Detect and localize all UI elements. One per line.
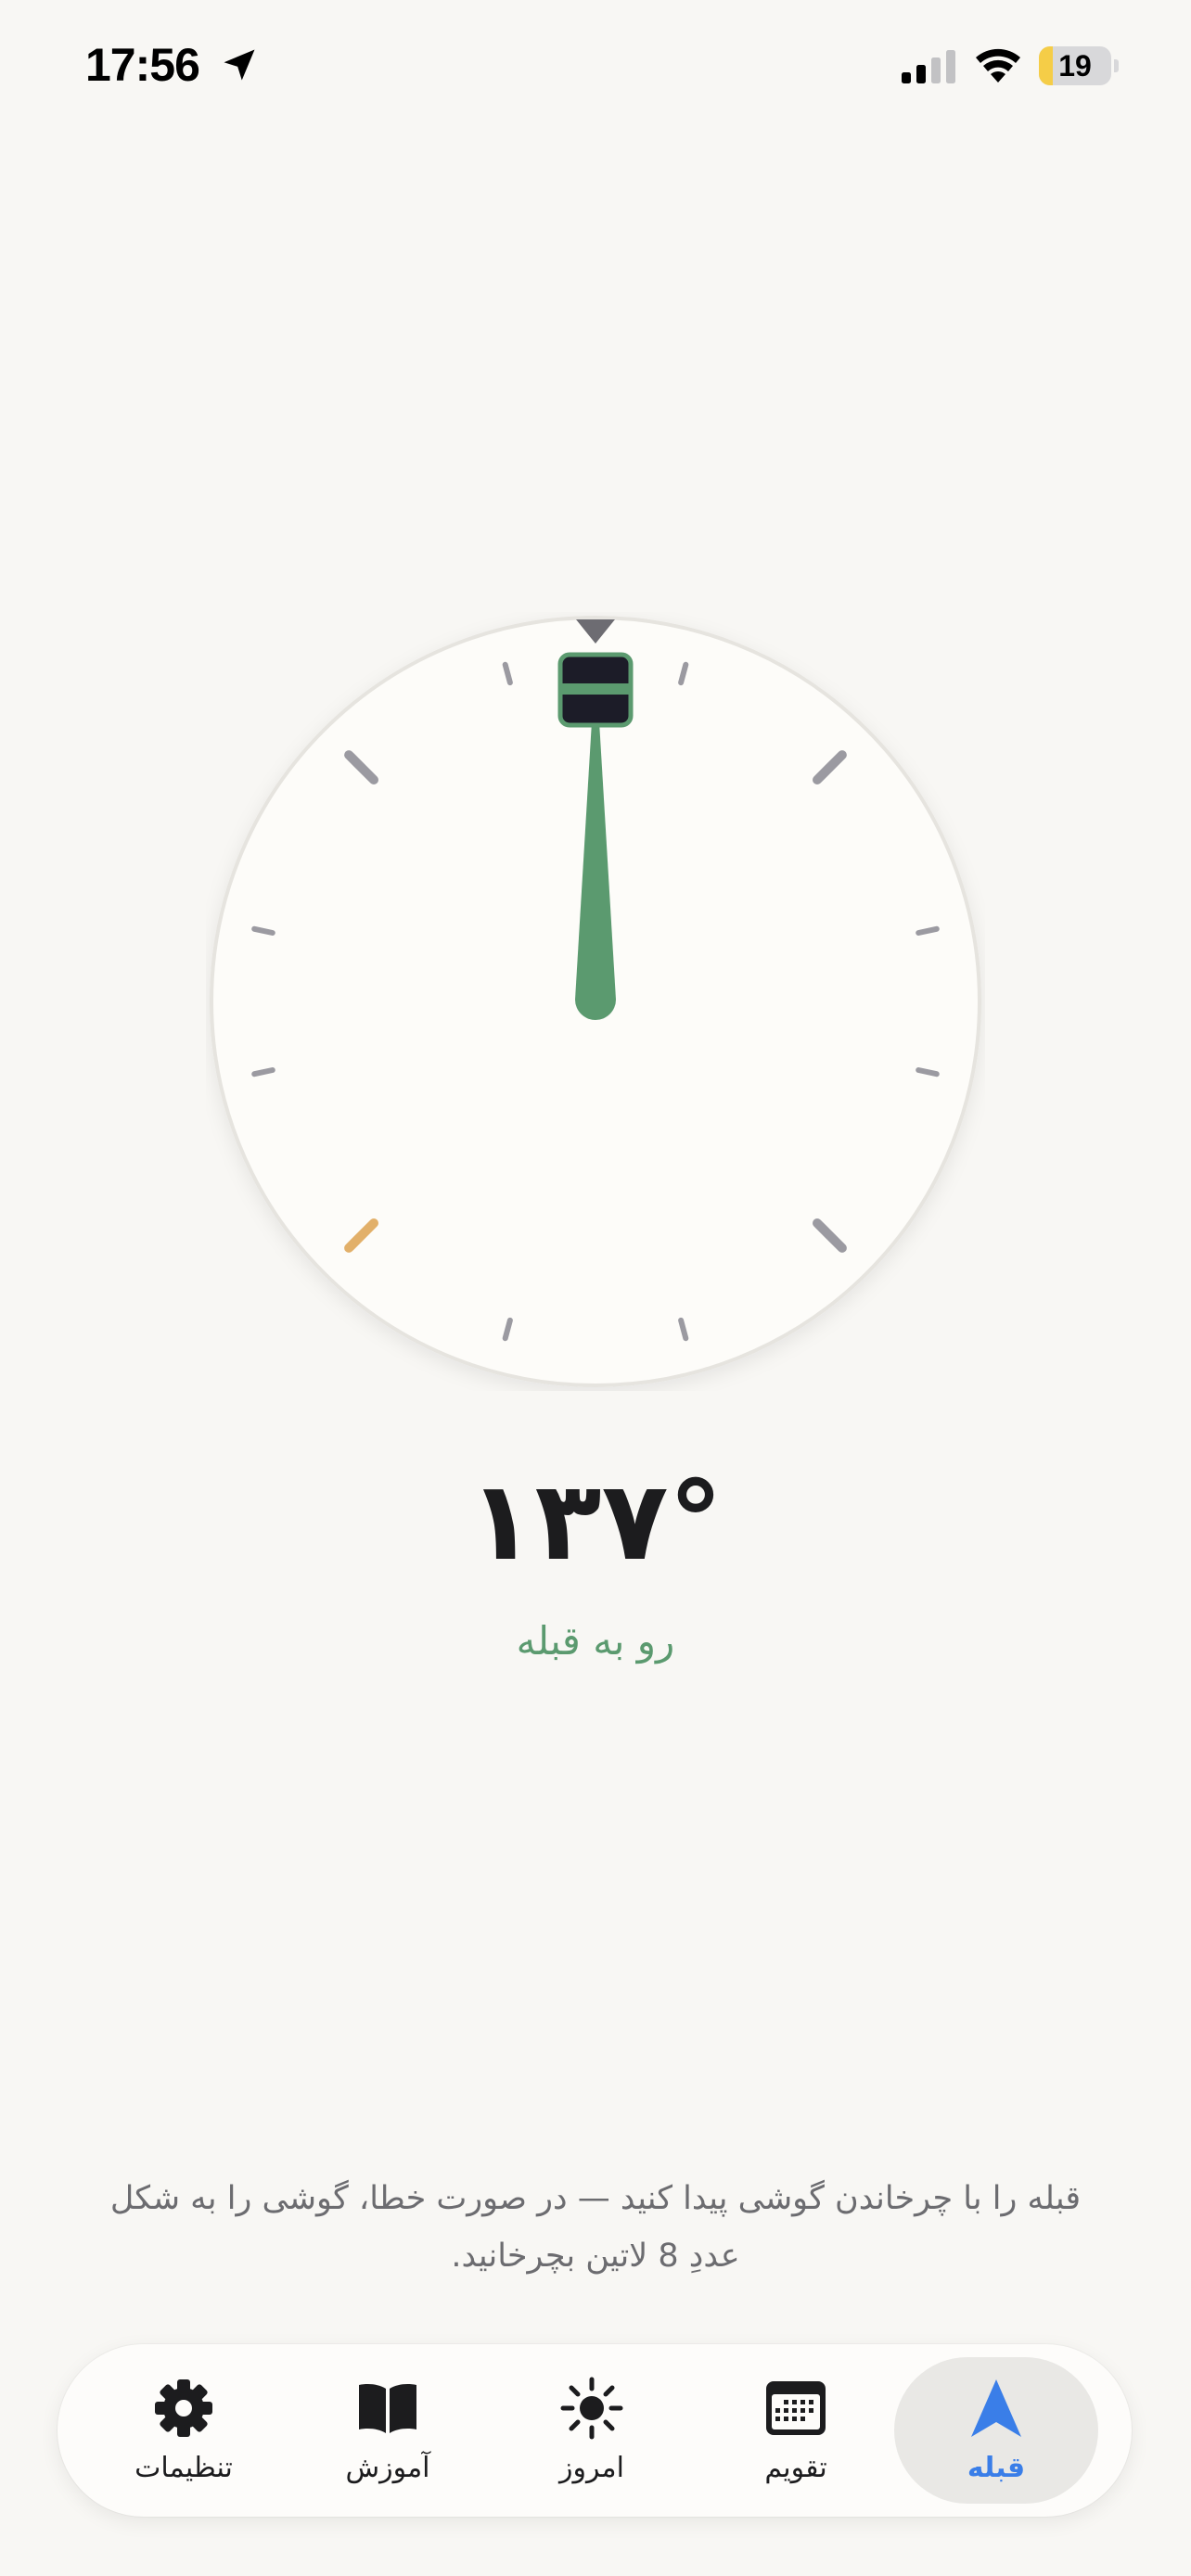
heading-value: ١٣٧° bbox=[467, 1457, 724, 1585]
tab-label: تنظیمات bbox=[134, 2452, 233, 2484]
tab-calendar[interactable]: تقویم bbox=[694, 2357, 898, 2504]
dial-tick bbox=[916, 925, 940, 936]
tab-label: آموزش bbox=[345, 2452, 430, 2484]
battery-body: 19 bbox=[1039, 46, 1111, 85]
instruction-text: قبله را با چرخاندن گوشی پیدا کنید — در ص… bbox=[109, 2180, 1082, 2275]
dial-tick bbox=[251, 1067, 275, 1078]
navigation-arrow-icon bbox=[971, 2379, 1021, 2437]
cellular-signal-icon bbox=[902, 50, 955, 83]
tab-bar: تنظیمات آموزش امروز تقویم قبله bbox=[58, 2344, 1132, 2517]
wifi-icon bbox=[976, 48, 1020, 83]
tab-qibla[interactable]: قبله bbox=[894, 2357, 1098, 2504]
book-icon bbox=[359, 2384, 416, 2433]
tab-learn[interactable]: آموزش bbox=[286, 2357, 490, 2504]
battery-cap bbox=[1114, 59, 1119, 72]
tab-label: تقویم bbox=[764, 2452, 827, 2484]
calendar-icon bbox=[766, 2381, 826, 2435]
gear-icon bbox=[155, 2379, 212, 2437]
status-bar: 17:56 19 bbox=[0, 0, 1191, 130]
battery-level: 19 bbox=[1058, 49, 1092, 83]
location-arrow-icon bbox=[224, 49, 255, 81]
qibla-status: رو به قبله bbox=[516, 1618, 675, 1664]
tab-label: قبله bbox=[967, 2452, 1026, 2484]
tab-label: امروز bbox=[559, 2452, 624, 2484]
kaaba-icon bbox=[557, 652, 634, 728]
status-time: 17:56 bbox=[85, 39, 200, 91]
dial-tick bbox=[251, 925, 275, 936]
tab-today[interactable]: امروز bbox=[490, 2357, 694, 2504]
qibla-compass bbox=[206, 612, 985, 1391]
battery-indicator: 19 bbox=[1039, 46, 1119, 85]
tab-settings[interactable]: تنظیمات bbox=[82, 2357, 286, 2504]
dial-tick bbox=[916, 1067, 940, 1078]
compass-dial bbox=[210, 616, 981, 1387]
sun-icon bbox=[560, 2377, 623, 2440]
